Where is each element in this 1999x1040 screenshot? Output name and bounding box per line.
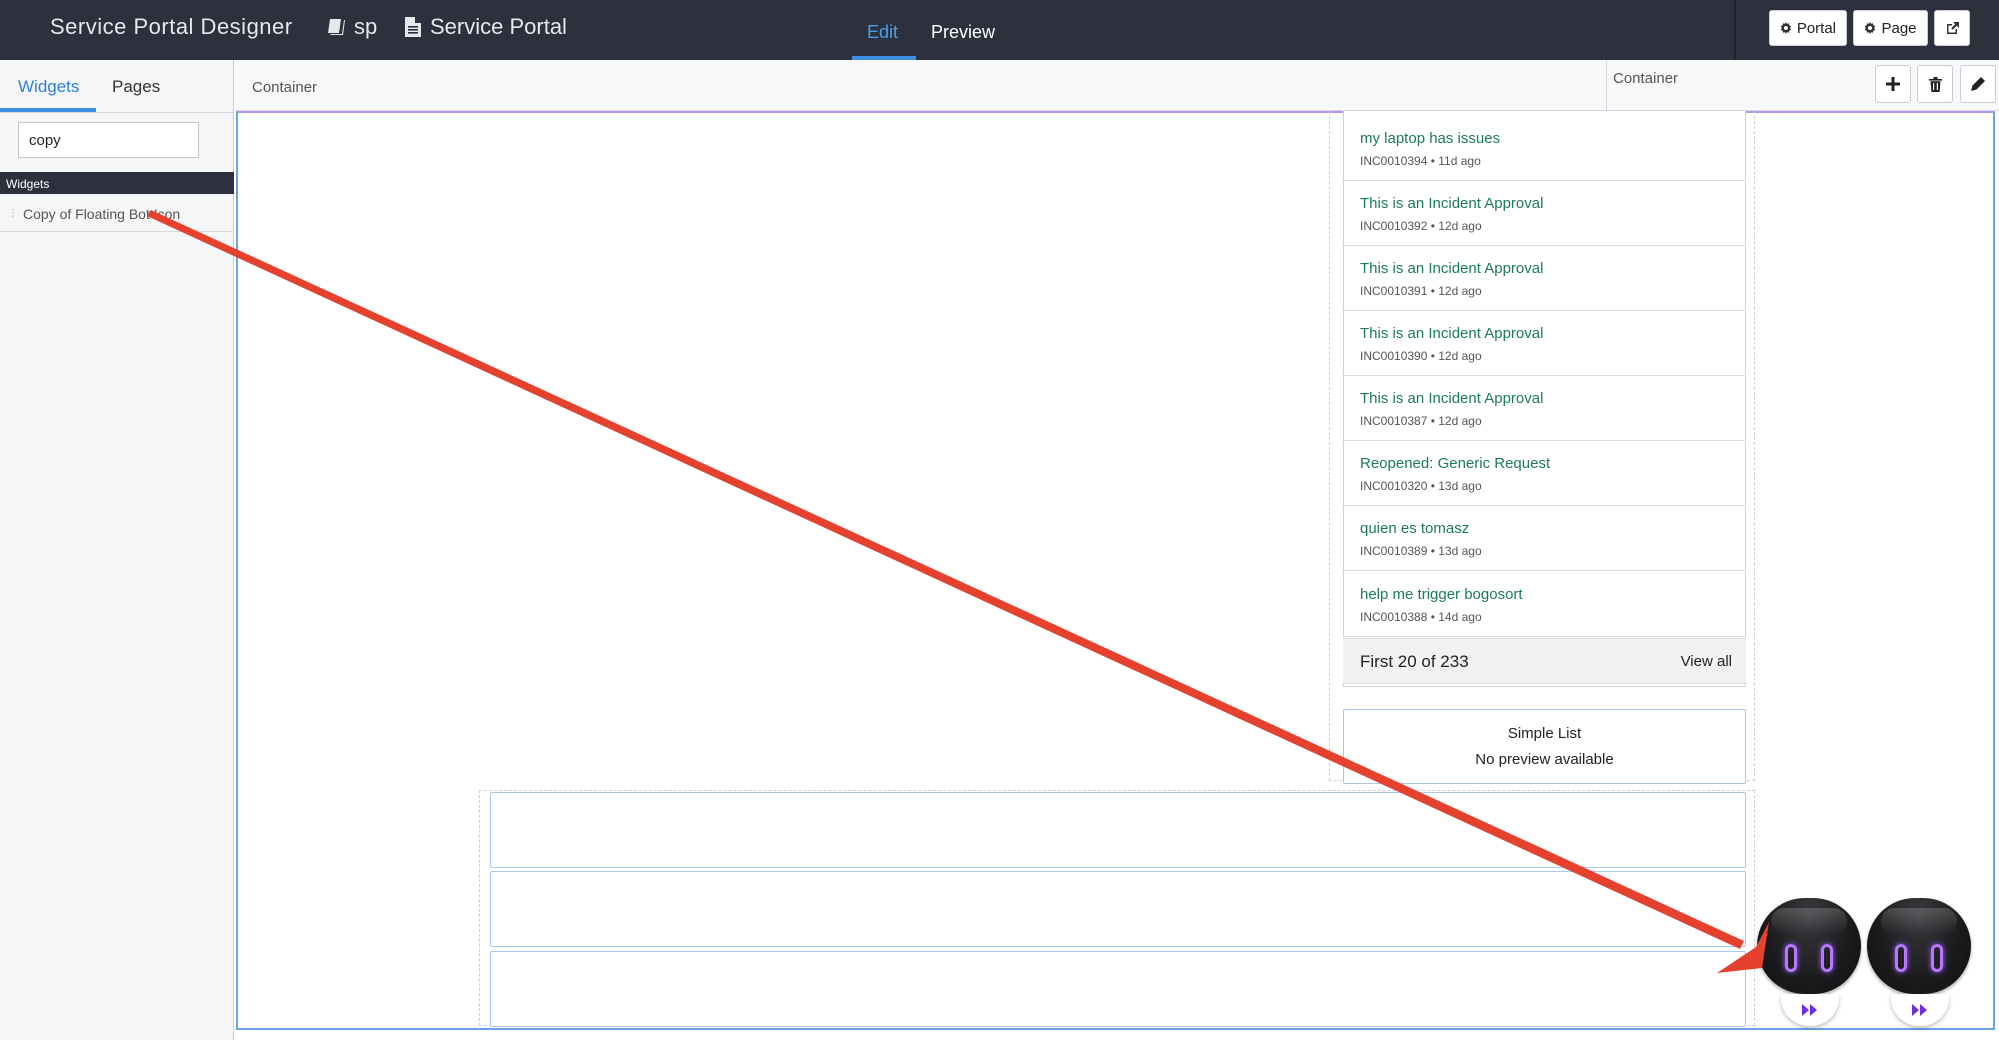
delete-button[interactable] xyxy=(1917,65,1953,103)
list-item-title[interactable]: Reopened: Generic Request xyxy=(1360,455,1550,472)
list-item[interactable]: This is an Incident Approval INC0010387 … xyxy=(1343,376,1746,441)
properties-container-label: Container xyxy=(1613,70,1679,87)
tab-preview[interactable]: Preview xyxy=(931,22,995,43)
empty-container[interactable] xyxy=(490,951,1746,1027)
list-item-title[interactable]: This is an Incident Approval xyxy=(1360,390,1543,407)
portal-settings-label: Portal xyxy=(1796,19,1836,37)
list-item-meta: INC0010388 • 14d ago xyxy=(1360,610,1482,624)
empty-container[interactable] xyxy=(490,871,1746,947)
external-link-icon xyxy=(1946,21,1959,34)
list-item-meta: INC0010320 • 13d ago xyxy=(1360,479,1482,493)
gear-icon xyxy=(1865,22,1876,34)
edit-button[interactable] xyxy=(1960,65,1996,103)
canvas-container-label: Container xyxy=(252,79,318,96)
simple-list-title: Simple List xyxy=(1507,725,1582,742)
portal-settings-button[interactable]: Portal xyxy=(1769,10,1847,46)
list-item-meta: INC0010387 • 12d ago xyxy=(1360,414,1482,428)
list-footer: First 20 of 233 View all xyxy=(1343,638,1746,684)
list-item[interactable]: This is an Incident Approval INC0010392 … xyxy=(1343,181,1746,246)
add-button[interactable] xyxy=(1875,65,1911,103)
fast-forward-icon xyxy=(1802,1004,1817,1016)
list-item[interactable]: This is an Incident Approval INC0010391 … xyxy=(1343,246,1746,311)
left-panel: Widgets Pages Widgets ⋮ Copy of Floating… xyxy=(0,60,234,1040)
page-settings-label: Page xyxy=(1881,19,1917,37)
bot-eye xyxy=(1895,944,1907,972)
pencil-icon xyxy=(1971,77,1985,91)
fast-forward-icon xyxy=(1912,1004,1927,1016)
gear-icon xyxy=(1780,22,1792,34)
bot-shine xyxy=(1771,908,1847,934)
widget-search-input[interactable] xyxy=(18,122,199,158)
list-item-meta: INC0010394 • 11d ago xyxy=(1360,154,1481,168)
empty-container[interactable] xyxy=(490,792,1746,868)
tab-edit[interactable]: Edit xyxy=(867,22,898,43)
list-item-title[interactable]: my laptop has issues xyxy=(1360,130,1500,147)
list-item[interactable]: my laptop has issues INC0010394 • 11d ag… xyxy=(1343,116,1746,181)
bot-head xyxy=(1867,898,1971,994)
list-item-title[interactable]: help me trigger bogosort xyxy=(1360,586,1523,603)
floating-bot-widget[interactable] xyxy=(1757,898,1863,1028)
widgets-section-header: Widgets xyxy=(0,172,234,194)
simple-list-widget[interactable]: Simple List No preview available xyxy=(1343,709,1746,784)
breadcrumb-page[interactable]: Service Portal xyxy=(404,14,567,40)
list-item[interactable]: help me trigger bogosort INC0010388 • 14… xyxy=(1343,572,1746,637)
list-item[interactable]: Reopened: Generic Request INC0010320 • 1… xyxy=(1343,441,1746,506)
list-item[interactable]: This is an Incident Approval INC0010390 … xyxy=(1343,311,1746,376)
list-item-title[interactable]: This is an Incident Approval xyxy=(1360,260,1543,277)
tab-pages[interactable]: Pages xyxy=(112,77,160,97)
widget-list-item[interactable]: ⋮ Copy of Floating Bot Icon xyxy=(0,196,234,232)
list-item-title[interactable]: This is an Incident Approval xyxy=(1360,195,1543,212)
bot-base xyxy=(1891,994,1949,1026)
book-icon xyxy=(328,19,345,35)
drag-handle-icon[interactable]: ⋮ xyxy=(8,208,18,219)
tabs-border xyxy=(0,112,234,113)
list-item-meta: INC0010389 • 13d ago xyxy=(1360,544,1482,558)
list-item-meta: INC0010391 • 12d ago xyxy=(1360,284,1482,298)
page-settings-button[interactable]: Page xyxy=(1853,10,1928,46)
open-in-new-tab-button[interactable] xyxy=(1934,10,1970,46)
list-count: First 20 of 233 xyxy=(1360,652,1469,671)
bot-eye xyxy=(1931,944,1943,972)
breadcrumb-page-label: Service Portal xyxy=(430,14,567,39)
list-item-title[interactable]: quien es tomasz xyxy=(1360,520,1469,537)
tab-widgets[interactable]: Widgets xyxy=(18,77,79,97)
breadcrumb-portal[interactable]: sp xyxy=(326,14,377,40)
widget-list-item-label: Copy of Floating Bot Icon xyxy=(23,205,181,222)
list-item[interactable]: quien es tomasz INC0010389 • 13d ago xyxy=(1343,506,1746,571)
top-bar xyxy=(0,0,1999,60)
bot-eye xyxy=(1785,944,1797,972)
list-item-meta: INC0010390 • 12d ago xyxy=(1360,349,1482,363)
bot-head xyxy=(1757,898,1861,994)
bot-eye xyxy=(1821,944,1833,972)
topbar-divider xyxy=(1734,0,1736,60)
view-all-link[interactable]: View all xyxy=(1681,653,1732,670)
simple-list-subtitle: No preview available xyxy=(1475,751,1614,768)
bot-base xyxy=(1781,994,1839,1026)
plus-icon xyxy=(1886,77,1900,91)
document-icon xyxy=(405,17,421,37)
bot-shine xyxy=(1881,908,1957,934)
list-item-title[interactable]: This is an Incident Approval xyxy=(1360,325,1543,342)
floating-bot-widget[interactable] xyxy=(1867,898,1973,1028)
list-item-meta: INC0010392 • 12d ago xyxy=(1360,219,1482,233)
trash-icon xyxy=(1928,76,1942,92)
app-title: Service Portal Designer xyxy=(50,14,293,39)
breadcrumb-portal-label: sp xyxy=(354,14,378,39)
